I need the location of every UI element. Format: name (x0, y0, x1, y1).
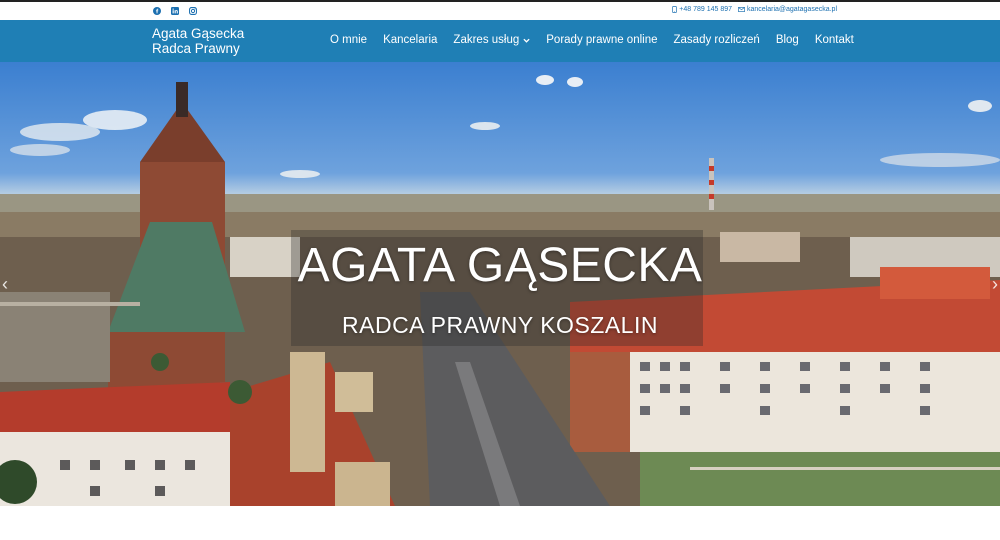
email-link[interactable]: kancelaria@agatagasecka.pl (738, 6, 837, 13)
hero-slider: AGATA GĄSECKA RADCA PRAWNY KOSZALIN ‹ › (0, 62, 1000, 506)
facebook-icon[interactable] (151, 5, 163, 17)
chevron-down-icon (523, 38, 530, 43)
top-bar: +48 789 145 897 kancelaria@agatagasecka.… (0, 2, 1000, 20)
site-logo[interactable]: Agata Gąsecka Radca Prawny (152, 26, 244, 56)
email-address: kancelaria@agatagasecka.pl (747, 6, 837, 13)
nav-item-kontakt[interactable]: Kontakt (815, 34, 854, 46)
phone-link[interactable]: +48 789 145 897 (672, 6, 732, 13)
nav-item-o-mnie[interactable]: O mnie (330, 34, 367, 46)
hero-subtitle: RADCA PRAWNY KOSZALIN (342, 312, 658, 338)
brand-name: Agata Gąsecka (152, 26, 245, 41)
nav-item-zasady-rozliczen[interactable]: Zasady rozliczeń (674, 34, 760, 46)
phone-number: +48 789 145 897 (679, 6, 732, 13)
nav-menu: O mnie Kancelaria Zakres usług Porady pr… (330, 34, 854, 46)
nav-item-kancelaria[interactable]: Kancelaria (383, 34, 437, 46)
nav-item-zakres-uslug[interactable]: Zakres usług (453, 34, 530, 46)
envelope-icon (738, 7, 745, 12)
main-navigation: Agata Gąsecka Radca Prawny O mnie Kancel… (0, 20, 1000, 62)
brand-tagline: Radca Prawny (152, 41, 240, 56)
contact-info: +48 789 145 897 kancelaria@agatagasecka.… (672, 6, 837, 13)
phone-icon (672, 6, 677, 13)
slider-next-arrow-icon[interactable]: › (992, 274, 998, 295)
social-links (151, 5, 199, 17)
linkedin-icon[interactable] (169, 5, 181, 17)
hero-title: AGATA GĄSECKA (297, 239, 703, 292)
instagram-icon[interactable] (187, 5, 199, 17)
nav-item-blog[interactable]: Blog (776, 34, 799, 46)
nav-item-porady-prawne-online[interactable]: Porady prawne online (546, 34, 657, 46)
slider-prev-arrow-icon[interactable]: ‹ (2, 274, 8, 295)
